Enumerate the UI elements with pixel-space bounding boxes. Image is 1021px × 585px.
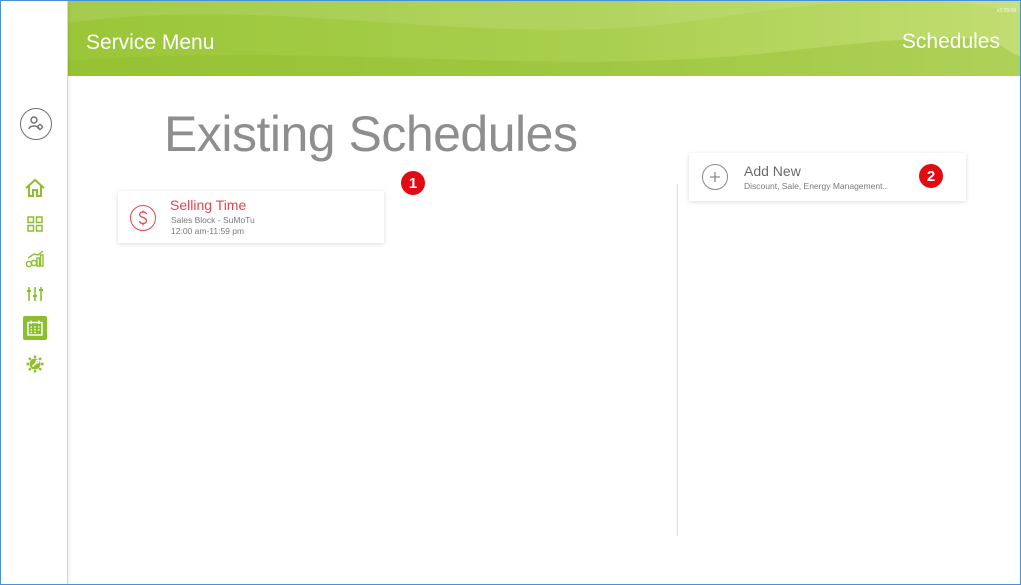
grid-icon — [27, 216, 43, 232]
header-title: Service Menu — [86, 31, 215, 54]
add-new-title: Add New — [744, 163, 801, 179]
user-gear-icon — [28, 116, 44, 131]
sidebar-item-service[interactable] — [23, 352, 47, 376]
version-label: v2.09.09 — [996, 8, 1016, 14]
header-bar: Service Menu Schedules v2.09.09 — [67, 1, 1020, 76]
sliders-icon — [27, 287, 43, 301]
section-title: Schedules — [901, 30, 1000, 53]
home-icon — [25, 178, 45, 197]
page-title: Existing Schedules — [164, 106, 578, 162]
schedule-subtitle: Sales Block - SuMoTu — [171, 215, 255, 225]
app-window: Service Menu Schedules v2.09.09 Existing… — [0, 0, 1021, 585]
sidebar — [1, 1, 68, 584]
calendar-icon — [27, 320, 43, 336]
user-settings-button[interactable] — [20, 108, 52, 140]
schedule-time: 12:00 am-11:59 pm — [171, 226, 245, 236]
sidebar-item-reports[interactable] — [23, 247, 47, 271]
chart-icon — [25, 250, 44, 268]
schedule-title: Selling Time — [170, 197, 247, 213]
sidebar-item-schedules[interactable] — [23, 316, 47, 340]
plus-icon — [702, 164, 728, 190]
add-new-subtitle: Discount, Sale, Energy Management.. — [744, 181, 888, 191]
dollar-icon — [130, 205, 156, 231]
column-divider — [677, 184, 678, 536]
sidebar-item-home[interactable] — [23, 176, 47, 200]
sidebar-item-dashboard[interactable] — [23, 212, 47, 236]
schedule-card-selling-time[interactable]: Selling Time Sales Block - SuMoTu 12:00 … — [118, 191, 384, 243]
annotation-badge-2: 2 — [919, 164, 943, 188]
annotation-badge-1: 1 — [401, 171, 425, 195]
gear-wrench-icon — [26, 355, 44, 373]
sidebar-item-settings[interactable] — [23, 282, 47, 306]
